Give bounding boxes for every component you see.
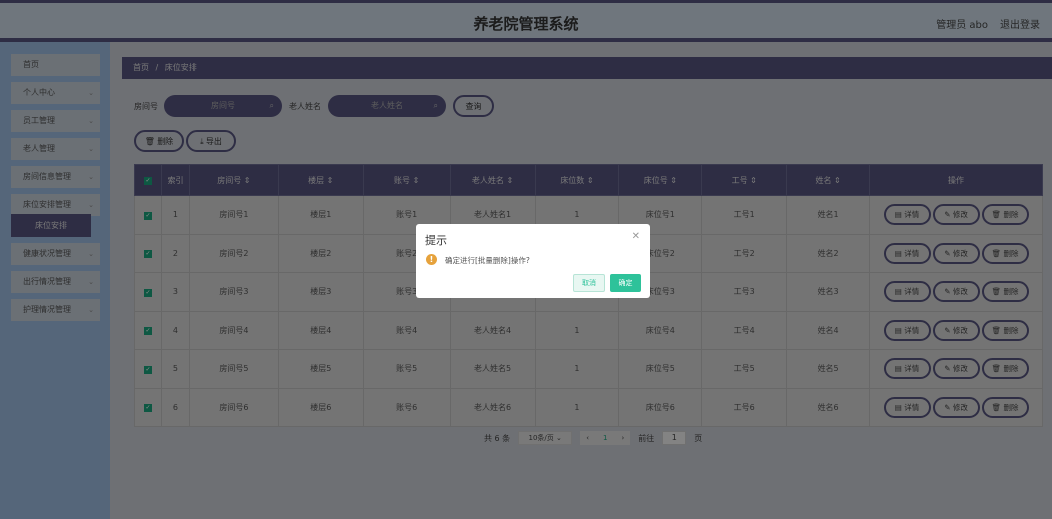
cancel-button[interactable]: 取消 [573, 274, 605, 292]
dialog-title: 提示 [425, 234, 447, 247]
dialog-message: 确定进行[批量删除]操作? [445, 256, 530, 265]
warning-icon: ! [426, 254, 437, 265]
confirm-button[interactable]: 确定 [610, 274, 641, 292]
close-icon[interactable]: ✕ [632, 231, 640, 242]
confirm-dialog: 提示 ✕ ! 确定进行[批量删除]操作? 取消 确定 [416, 224, 650, 298]
